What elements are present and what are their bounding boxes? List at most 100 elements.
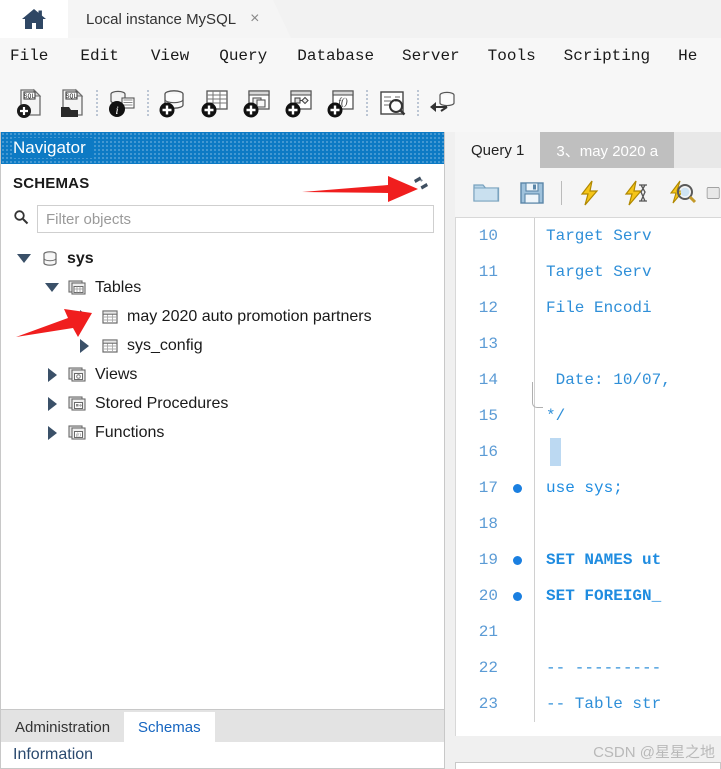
code-text: */ [546, 407, 566, 425]
menu-view[interactable]: View [151, 47, 189, 65]
toolbar-separator [143, 88, 152, 118]
navigator-panel: Navigator SCHEMAS Filter objects sys Tab… [0, 132, 445, 710]
reconnect-server-icon[interactable] [422, 81, 464, 125]
menu-scripting[interactable]: Scripting [564, 47, 650, 65]
statement-marker [504, 555, 530, 565]
tab-query-1[interactable]: Query 1 [455, 132, 541, 168]
code-line: 22 -- --------- [456, 650, 721, 686]
tree-item-views[interactable]: Views [1, 360, 444, 389]
code-text: use sys; [546, 479, 623, 497]
tree-item-label: Tables [95, 278, 142, 296]
menu-database[interactable]: Database [297, 47, 374, 65]
sql-code-editor[interactable]: 10 Target Serv 11 Target Serv 12 File En… [455, 218, 721, 736]
new-schema-icon[interactable] [152, 81, 194, 125]
code-line: 20 SET FOREIGN_ [456, 578, 721, 614]
line-number: 12 [478, 299, 498, 317]
close-icon[interactable]: × [250, 11, 259, 27]
new-sql-tab-icon[interactable]: SQL [8, 81, 50, 125]
inspect-table-icon[interactable] [371, 81, 413, 125]
line-number: 10 [478, 227, 498, 245]
tree-item-label: may 2020 auto promotion partners [127, 307, 372, 325]
schemas-label: SCHEMAS [13, 174, 90, 192]
tree-item-label: Stored Procedures [95, 394, 229, 412]
new-view-icon[interactable] [236, 81, 278, 125]
toolbar-separator [92, 88, 101, 118]
code-text: -- Table str [546, 695, 662, 713]
line-number: 13 [478, 335, 498, 353]
new-procedure-icon[interactable] [278, 81, 320, 125]
gutter-divider [534, 614, 535, 650]
tree-item-functions[interactable]: f() Functions [1, 418, 444, 447]
code-line: 15 */ [456, 382, 721, 434]
menu-file[interactable]: File [10, 47, 48, 65]
tab-administration[interactable]: Administration [1, 712, 125, 742]
code-line: 12 File Encodi [456, 290, 721, 326]
expander-right-icon[interactable] [71, 338, 97, 353]
expander-right-icon[interactable] [71, 309, 97, 324]
expander-down-icon[interactable] [11, 254, 37, 263]
filter-objects-input[interactable] [37, 205, 434, 233]
code-line: 10 Target Serv [456, 218, 721, 254]
explain-icon[interactable] [659, 171, 705, 215]
menu-tools[interactable]: Tools [488, 47, 536, 65]
folder-tables-icon [65, 278, 91, 298]
schema-icon [37, 249, 63, 269]
menu-edit[interactable]: Edit [80, 47, 118, 65]
save-script-icon[interactable] [509, 171, 555, 215]
tab-schemas[interactable]: Schemas [124, 712, 215, 742]
tree-item-stored-procedures[interactable]: Stored Procedures [1, 389, 444, 418]
tree-item-sys-config[interactable]: sys_config [1, 331, 444, 360]
line-number: 21 [478, 623, 498, 641]
tree-item-label: Views [95, 365, 138, 383]
server-status-icon[interactable]: i [101, 81, 143, 125]
filter-objects-row [1, 202, 444, 236]
tab-may-2020-script[interactable]: 3、may 2020 a [540, 132, 675, 168]
expander-down-icon[interactable] [39, 283, 65, 292]
menu-server[interactable]: Server [402, 47, 460, 65]
toggle-result-icon[interactable] [706, 171, 721, 215]
navigator-header: Navigator [1, 132, 444, 164]
line-number: 22 [478, 659, 498, 677]
tree-item-tables[interactable]: Tables [1, 273, 444, 302]
text-cursor [550, 438, 561, 466]
toolbar-separator [362, 88, 371, 118]
expander-right-icon[interactable] [39, 425, 65, 440]
instance-tab-label: Local instance MySQL [86, 10, 237, 28]
new-table-icon[interactable] [194, 81, 236, 125]
gutter-divider [534, 470, 535, 506]
window-tab-strip: Local instance MySQL × [0, 0, 721, 38]
execute-current-icon[interactable] [613, 171, 659, 215]
code-line: 21 [456, 614, 721, 650]
line-number: 11 [478, 263, 498, 281]
home-tab[interactable] [0, 0, 68, 38]
menu-query[interactable]: Query [219, 47, 267, 65]
code-text: -- --------- [546, 659, 662, 677]
gutter-divider [534, 578, 535, 614]
gutter-divider [534, 290, 535, 326]
gutter-divider [534, 650, 535, 686]
open-script-icon[interactable] [463, 171, 509, 215]
tree-item-label: Functions [95, 423, 165, 441]
code-fold-marker[interactable] [532, 382, 543, 408]
menu-bar: File Edit View Query Database Server Too… [0, 38, 721, 74]
folder-views-icon [65, 365, 91, 385]
schemas-section-header: SCHEMAS [1, 164, 444, 202]
execute-icon[interactable] [567, 171, 613, 215]
line-number: 19 [478, 551, 498, 569]
open-sql-script-icon[interactable]: SQL [50, 81, 92, 125]
tree-item-sys[interactable]: sys [1, 244, 444, 273]
panel-splitter[interactable] [445, 132, 455, 769]
instance-tab[interactable]: Local instance MySQL × [68, 0, 292, 38]
table-icon [97, 336, 123, 356]
code-line: 16 [456, 434, 721, 470]
home-icon [21, 7, 47, 31]
expander-right-icon[interactable] [39, 367, 65, 382]
code-line: 18 [456, 506, 721, 542]
refresh-icon[interactable] [412, 174, 430, 192]
expander-right-icon[interactable] [39, 396, 65, 411]
line-number: 15 [478, 407, 498, 425]
menu-help[interactable]: He [678, 47, 697, 65]
tree-item-may-2020-auto-promotion-partners[interactable]: may 2020 auto promotion partners [1, 302, 444, 331]
table-icon [97, 307, 123, 327]
new-function-icon[interactable]: f() [320, 81, 362, 125]
